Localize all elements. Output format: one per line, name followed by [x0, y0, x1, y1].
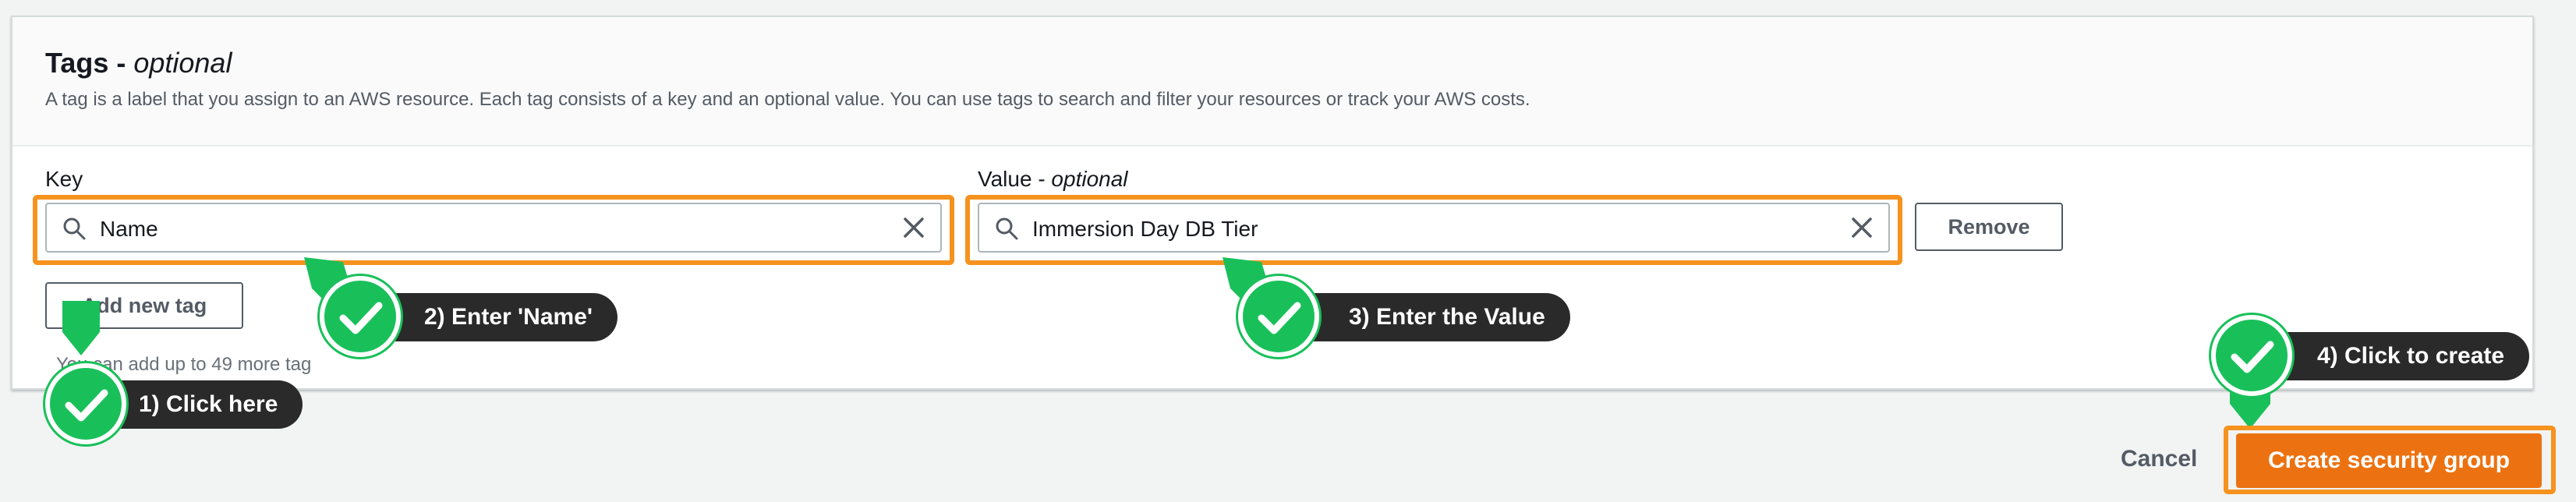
key-label: Key — [45, 167, 83, 191]
callout-step-3: 3) Enter the Value — [1293, 293, 1570, 341]
tags-title-text: Tags - — [45, 47, 134, 79]
tags-description: A tag is a label that you assign to an A… — [45, 89, 1530, 110]
remove-button[interactable]: Remove — [1915, 203, 2063, 251]
callout-step-2: 2) Enter 'Name' — [368, 293, 618, 341]
value-label-text: Value - — [978, 167, 1052, 191]
value-label: Value - optional — [978, 167, 1128, 192]
callout-pointer-1 — [62, 301, 100, 355]
tags-title-optional: optional — [133, 47, 232, 79]
callout-step-4: 4) Click to create — [2261, 332, 2530, 380]
check-icon — [45, 363, 126, 444]
key-highlight — [33, 195, 954, 265]
create-security-group-button[interactable]: Create security group — [2236, 433, 2542, 488]
check-icon — [320, 276, 401, 357]
value-highlight — [965, 195, 1902, 265]
tags-title: Tags - optional — [45, 47, 232, 80]
cancel-button[interactable]: Cancel — [2121, 446, 2197, 472]
check-icon — [1238, 276, 1319, 357]
check-icon — [2211, 315, 2292, 396]
value-label-optional: optional — [1051, 167, 1128, 191]
tags-panel-header: Tags - optional A tag is a label that yo… — [12, 17, 2532, 147]
